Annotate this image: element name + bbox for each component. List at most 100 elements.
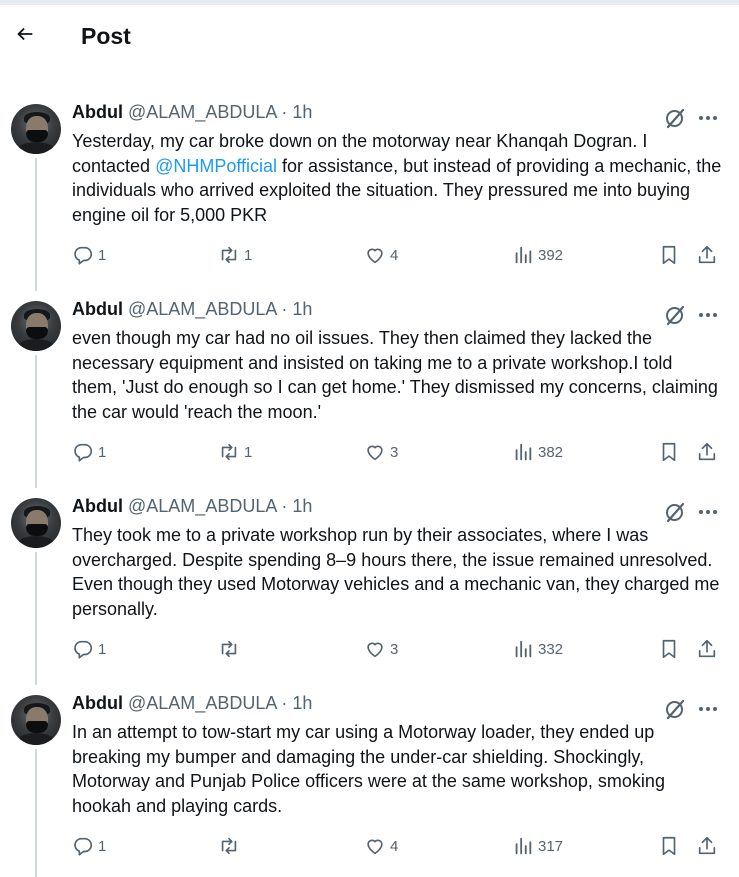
- heart-icon: [367, 642, 383, 658]
- like-button[interactable]: 3: [364, 437, 398, 467]
- more-icon[interactable]: [696, 500, 720, 524]
- repost-button[interactable]: 1: [218, 437, 252, 467]
- like-button[interactable]: 4: [364, 240, 398, 270]
- more-icon[interactable]: [696, 106, 720, 130]
- tweet-text-part: They took me to a private workshop run b…: [72, 525, 720, 619]
- tweet-meta: Abdul @ALAM_ABDULA · 1h: [72, 496, 312, 517]
- views-icon: [515, 443, 532, 461]
- avatar[interactable]: [11, 104, 61, 154]
- author-name[interactable]: Abdul: [72, 496, 123, 516]
- grok-icon[interactable]: [663, 697, 687, 721]
- views-count: 317: [538, 837, 564, 855]
- avatar[interactable]: [11, 695, 61, 745]
- views-count: 392: [538, 246, 564, 264]
- views-button[interactable]: 332: [512, 634, 563, 664]
- reply-button[interactable]: 1: [72, 831, 106, 861]
- timestamp[interactable]: 1h: [292, 299, 312, 319]
- timestamp[interactable]: 1h: [292, 102, 312, 122]
- bookmark-button[interactable]: [658, 634, 680, 664]
- repost-count: 1: [244, 246, 253, 264]
- bookmark-button[interactable]: [658, 437, 680, 467]
- repost-icon: [221, 443, 237, 461]
- bookmark-button[interactable]: [658, 240, 680, 270]
- reply-count: 1: [98, 443, 107, 461]
- more-icon[interactable]: [696, 697, 720, 721]
- repost-button[interactable]: [218, 831, 244, 861]
- avatar[interactable]: [11, 301, 61, 351]
- author-handle[interactable]: @ALAM_ABDULA: [128, 299, 276, 319]
- avatar[interactable]: [11, 498, 61, 548]
- bookmark-icon: [662, 245, 676, 265]
- thread-line: [35, 158, 37, 291]
- tweet-actions: 1 1 4 392: [72, 240, 722, 270]
- tweet[interactable]: Abdul @ALAM_ABDULA · 1h In an attempt to…: [0, 685, 739, 877]
- heart-icon: [367, 839, 383, 855]
- more-icon[interactable]: [696, 303, 720, 327]
- author-handle[interactable]: @ALAM_ABDULA: [128, 496, 276, 516]
- separator-dot: ·: [281, 102, 288, 122]
- thread-line: [35, 552, 37, 685]
- reply-icon: [74, 246, 93, 265]
- heart-icon: [367, 248, 383, 264]
- tweet-meta: Abdul @ALAM_ABDULA · 1h: [72, 299, 312, 320]
- tweet[interactable]: Abdul @ALAM_ABDULA · 1h even though my c…: [0, 291, 739, 488]
- share-icon: [698, 442, 716, 461]
- tweet-text: Yesterday, my car broke down on the moto…: [72, 129, 722, 227]
- reply-button[interactable]: 1: [72, 437, 106, 467]
- author-handle[interactable]: @ALAM_ABDULA: [128, 693, 276, 713]
- share-button[interactable]: [696, 240, 718, 270]
- repost-button[interactable]: 1: [218, 240, 252, 270]
- share-icon: [698, 836, 716, 855]
- grok-icon[interactable]: [663, 106, 687, 130]
- repost-icon: [221, 246, 237, 264]
- grok-icon[interactable]: [663, 500, 687, 524]
- timestamp[interactable]: 1h: [292, 496, 312, 516]
- repost-icon: [221, 640, 237, 658]
- author-name[interactable]: Abdul: [72, 693, 123, 713]
- tweet[interactable]: Abdul @ALAM_ABDULA · 1h Yesterday, my ca…: [0, 94, 739, 291]
- arrow-left-icon: [17, 27, 33, 41]
- share-button[interactable]: [696, 831, 718, 861]
- views-button[interactable]: 317: [512, 831, 563, 861]
- reply-button[interactable]: 1: [72, 634, 106, 664]
- timestamp[interactable]: 1h: [292, 693, 312, 713]
- back-button[interactable]: [8, 17, 42, 51]
- tweet[interactable]: Abdul @ALAM_ABDULA · 1h They took me to …: [0, 488, 739, 685]
- separator-dot: ·: [281, 496, 288, 516]
- page-title: Post: [81, 23, 131, 49]
- like-button[interactable]: 3: [364, 634, 398, 664]
- bookmark-button[interactable]: [658, 831, 680, 861]
- like-count: 4: [390, 837, 399, 855]
- bookmark-icon: [662, 442, 676, 462]
- reply-count: 1: [98, 640, 107, 658]
- tweet-actions: 1 3 332: [72, 634, 722, 664]
- tweet-actions: 1 4 317: [72, 831, 722, 861]
- views-icon: [515, 837, 532, 855]
- author-handle[interactable]: @ALAM_ABDULA: [128, 102, 276, 122]
- tweet-text: In an attempt to tow-start my car using …: [72, 720, 722, 818]
- grok-icon[interactable]: [663, 303, 687, 327]
- bookmark-icon: [662, 639, 676, 659]
- author-name[interactable]: Abdul: [72, 102, 123, 122]
- views-button[interactable]: 392: [512, 240, 563, 270]
- reply-button[interactable]: 1: [72, 240, 106, 270]
- repost-button[interactable]: [218, 634, 244, 664]
- like-count: 3: [390, 443, 399, 461]
- separator-dot: ·: [281, 693, 288, 713]
- share-icon: [698, 245, 716, 264]
- reply-icon: [74, 443, 93, 462]
- share-button[interactable]: [696, 437, 718, 467]
- views-count: 382: [538, 443, 564, 461]
- views-button[interactable]: 382: [512, 437, 563, 467]
- tweet-actions: 1 1 3 382: [72, 437, 722, 467]
- separator-dot: ·: [281, 299, 288, 319]
- reply-count: 1: [98, 837, 107, 855]
- thread-line: [35, 749, 37, 877]
- tweet-text-part: In an attempt to tow-start my car using …: [72, 722, 665, 816]
- reply-icon: [74, 640, 93, 659]
- author-name[interactable]: Abdul: [72, 299, 123, 319]
- mention-link[interactable]: @NHMPofficial: [155, 156, 277, 176]
- like-button[interactable]: 4: [364, 831, 398, 861]
- share-button[interactable]: [696, 634, 718, 664]
- share-icon: [698, 639, 716, 658]
